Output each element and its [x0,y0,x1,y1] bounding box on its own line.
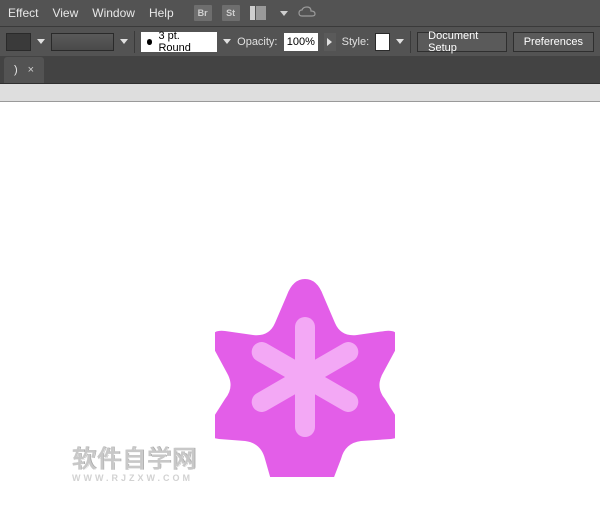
stroke-swatch[interactable] [51,33,114,51]
fill-swatch[interactable] [6,33,31,51]
canvas[interactable]: 软件自学网 WWW.RJZXW.COM [0,102,600,511]
menu-window[interactable]: Window [92,6,135,20]
menu-effect[interactable]: Effect [8,6,38,20]
style-label: Style: [342,36,370,48]
options-bar: 3 pt. Round Opacity: 100% Style: Documen… [0,26,600,56]
separator [410,31,411,53]
watermark-main: 软件自学网 [72,448,197,472]
workspace-icon[interactable] [250,6,268,20]
watermark: 软件自学网 WWW.RJZXW.COM [72,448,197,483]
stroke-dropdown-icon[interactable] [120,39,128,44]
stroke-weight-field[interactable]: 3 pt. Round [141,32,217,52]
opacity-field[interactable]: 100% [284,33,319,51]
menu-bar: Effect View Window Help Br St [0,0,600,26]
menu-view[interactable]: View [52,6,78,20]
opacity-flyout-button[interactable] [324,33,336,51]
star-shape[interactable] [215,277,395,477]
horizontal-ruler [0,84,600,102]
sync-icon[interactable] [298,5,316,21]
close-icon[interactable]: × [28,64,34,76]
bridge-icon[interactable]: Br [194,5,212,21]
workspace-dropdown-icon[interactable] [280,11,288,16]
fill-dropdown-icon[interactable] [37,39,45,44]
document-tab-label: ) [14,64,18,76]
style-dropdown-icon[interactable] [396,39,404,44]
style-swatch[interactable] [375,33,390,51]
stock-icon[interactable]: St [222,5,240,21]
stroke-weight-dropdown-icon[interactable] [223,39,231,44]
watermark-sub: WWW.RJZXW.COM [72,474,197,483]
menu-help[interactable]: Help [149,6,174,20]
stroke-weight-value: 3 pt. Round [158,30,211,54]
separator [134,31,135,53]
opacity-label: Opacity: [237,36,277,48]
document-setup-button[interactable]: Document Setup [417,32,507,52]
stroke-bullet-icon [147,39,153,45]
preferences-button[interactable]: Preferences [513,32,594,52]
document-tab[interactable]: ) × [4,57,44,83]
document-tab-strip: ) × [0,56,600,84]
